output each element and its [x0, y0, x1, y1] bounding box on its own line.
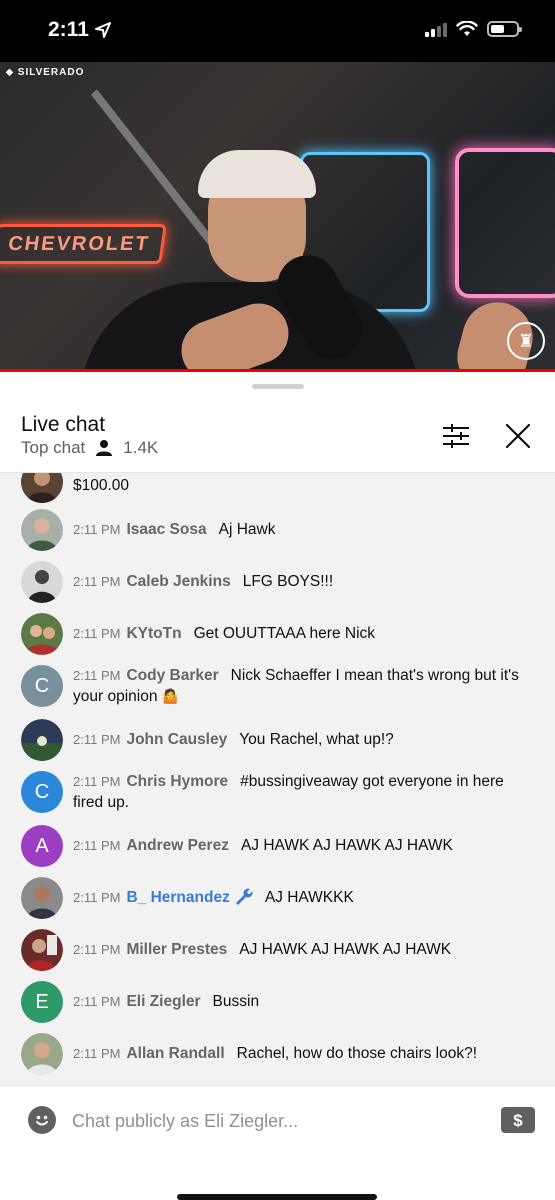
clock-text: 2:11: [48, 18, 89, 41]
timestamp: 2:11 PM: [73, 574, 121, 589]
barstool-logo-icon: ♜: [507, 322, 545, 360]
chat-mode-selector[interactable]: Top chat 1.4K: [21, 438, 158, 458]
avatar-letter: E: [35, 990, 49, 1013]
status-time: 2:11: [48, 18, 111, 42]
author-name[interactable]: KYtoTn: [126, 625, 181, 642]
avatar[interactable]: C: [21, 665, 63, 707]
message-text: AJ HAWK AJ HAWK AJ HAWK: [240, 837, 453, 854]
viewer-count: 1.4K: [123, 438, 159, 457]
location-arrow-icon: [94, 22, 111, 38]
message-text: AJ HAWK AJ HAWK AJ HAWK: [239, 941, 452, 958]
avatar[interactable]: [21, 929, 63, 971]
timestamp: 2:11 PM: [73, 774, 121, 789]
timestamp: 2:11 PM: [73, 890, 121, 905]
message-text: You Rachel, what up!?: [239, 731, 394, 748]
avatar-letter: A: [35, 834, 49, 857]
author-name[interactable]: Isaac Sosa: [126, 521, 206, 538]
avatar[interactable]: [21, 613, 63, 655]
chat-input[interactable]: [72, 1106, 472, 1136]
author-name[interactable]: Chris Hymore: [126, 773, 228, 790]
neon-sign-chevrolet: CHEVROLET: [0, 224, 167, 264]
timestamp: 2:11 PM: [73, 522, 121, 537]
chat-mode-label: Top chat: [21, 438, 86, 457]
author-name[interactable]: Miller Prestes: [126, 941, 227, 958]
chevy-bowtie-icon: ⬥: [6, 67, 14, 78]
brand-text: SILVERADO: [17, 67, 85, 78]
avatar[interactable]: [21, 1033, 63, 1075]
timestamp: 2:11 PM: [73, 994, 121, 1009]
emoji-button[interactable]: [28, 1106, 56, 1134]
chat-message-list[interactable]: $100.00 2:11 PM Isaac Sosa Aj Hawk 2:11 PM…: [0, 473, 555, 1085]
timestamp: 2:11 PM: [73, 942, 121, 957]
sliders-icon: [443, 424, 469, 448]
smiley-icon: [36, 1115, 48, 1126]
super-chat-button[interactable]: $: [501, 1107, 535, 1133]
avatar[interactable]: A: [21, 825, 63, 867]
battery-icon: [487, 21, 522, 37]
author-name[interactable]: Eli Ziegler: [126, 993, 200, 1010]
svg-text:$: $: [513, 1111, 523, 1130]
author-name[interactable]: John Causley: [126, 731, 227, 748]
avatar[interactable]: [21, 509, 63, 551]
message-text: Rachel, how do those chairs look?!: [236, 1045, 478, 1062]
message-text: $100.00: [73, 477, 130, 494]
home-indicator[interactable]: [177, 1194, 377, 1200]
neon-sign-pink: [455, 148, 555, 298]
message-text: AJ HAWKKK: [264, 889, 354, 906]
timestamp: 2:11 PM: [73, 732, 121, 747]
moderator-author-name[interactable]: B_ Hernandez: [126, 888, 253, 906]
wifi-icon: [456, 21, 478, 36]
timestamp: 2:11 PM: [73, 838, 121, 853]
timestamp: 2:11 PM: [73, 1046, 121, 1061]
person-icon: [96, 440, 113, 456]
author-name-text: B_ Hernandez: [126, 889, 230, 906]
avatar[interactable]: C: [21, 771, 63, 813]
chat-composer: $: [0, 1086, 555, 1200]
wrench-icon: [235, 888, 253, 905]
avatar-letter: C: [34, 780, 50, 803]
avatar[interactable]: [21, 561, 63, 603]
dollar-icon: $: [513, 1111, 523, 1130]
author-name[interactable]: Allan Randall: [126, 1045, 224, 1062]
avatar[interactable]: [21, 473, 63, 503]
close-icon: [505, 423, 531, 449]
avatar[interactable]: [21, 877, 63, 919]
sheet-drag-handle[interactable]: [252, 384, 304, 389]
avatar[interactable]: [21, 719, 63, 761]
author-name[interactable]: Cody Barker: [126, 667, 218, 684]
status-bar: 2:11: [0, 0, 555, 62]
message-text: Get OUUTTAAA here Nick: [193, 625, 376, 642]
chat-settings-button[interactable]: [440, 420, 472, 452]
signal-icon: [425, 21, 447, 37]
message-text: LFG BOYS!!!: [242, 573, 334, 590]
message-text: Bussin: [212, 993, 260, 1010]
avatar-letter: C: [34, 674, 50, 697]
timestamp: 2:11 PM: [73, 668, 121, 683]
status-icons: [425, 21, 522, 37]
video-player[interactable]: ⬥ SILVERADO CHEVROLET ♜: [0, 62, 555, 372]
avatar[interactable]: E: [21, 981, 63, 1023]
author-name[interactable]: Caleb Jenkins: [126, 573, 230, 590]
message-text: Aj Hawk: [218, 521, 276, 538]
video-brand-overlay: ⬥ SILVERADO: [6, 67, 84, 78]
video-progress-bar[interactable]: [0, 369, 555, 372]
shrug-emoji: 🤷: [161, 689, 180, 705]
chat-title: Live chat: [21, 413, 106, 436]
timestamp: 2:11 PM: [73, 626, 121, 641]
close-chat-button[interactable]: [500, 418, 536, 454]
live-chat-panel: Live chat Top chat 1.4K $100.00 2:11 PM …: [0, 374, 555, 1200]
host-cap: [198, 150, 316, 198]
author-name[interactable]: Andrew Perez: [126, 837, 229, 854]
